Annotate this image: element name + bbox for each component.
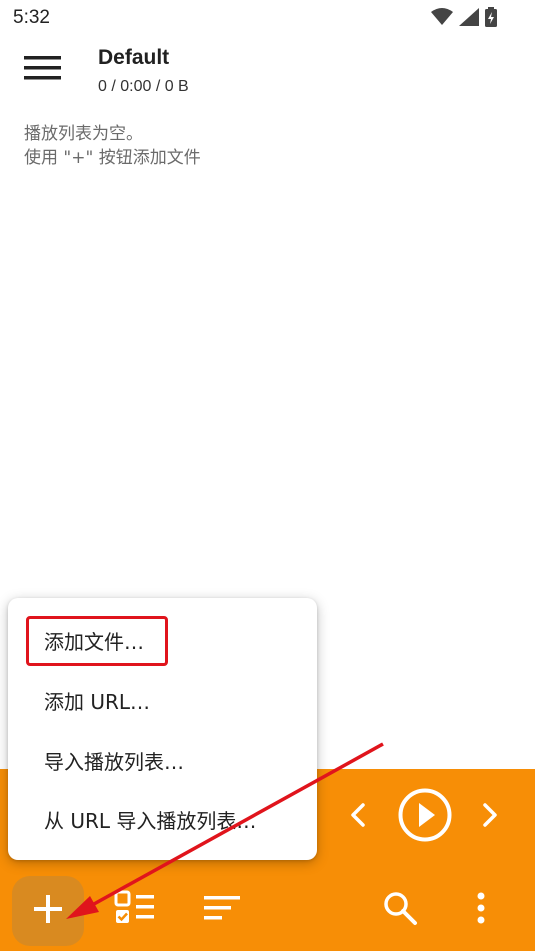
- annotation-arrow: [66, 742, 384, 919]
